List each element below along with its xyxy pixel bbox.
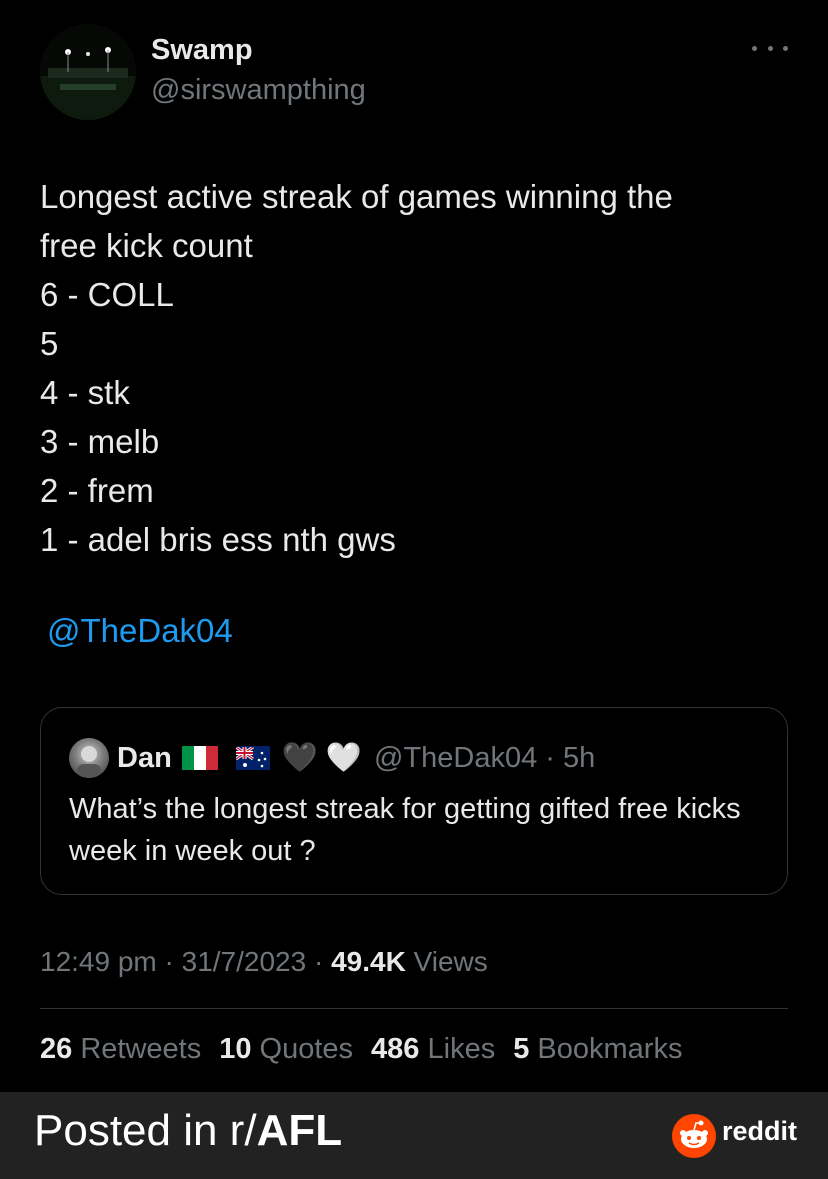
bookmarks-count: 5 bbox=[513, 1033, 530, 1065]
body-line: free kick count bbox=[40, 227, 253, 264]
quoted-tweet[interactable]: Dan 🖤 🤍 @TheDak04 · 5h What’s the longes… bbox=[40, 707, 788, 895]
quotes-count: 10 bbox=[219, 1033, 252, 1065]
timestamp[interactable]: 12:49 pm · 31/7/2023 · bbox=[40, 946, 331, 977]
body-line: 1 - adel bris ess nth gws bbox=[40, 521, 396, 558]
retweets-count: 26 bbox=[40, 1033, 73, 1065]
tweet-meta: 12:49 pm · 31/7/2023 · 49.4K Views bbox=[40, 946, 488, 978]
divider bbox=[40, 1008, 788, 1009]
bookmarks-label: Bookmarks bbox=[529, 1033, 683, 1065]
body-line: 6 - COLL bbox=[40, 276, 174, 313]
posted-prefix: Posted in r/ bbox=[34, 1106, 257, 1155]
more-options-icon[interactable] bbox=[752, 36, 788, 60]
quoted-header: Dan 🖤 🤍 @TheDak04 · 5h bbox=[117, 736, 595, 780]
reddit-wordmark: reddit bbox=[722, 1116, 798, 1146]
body-line: 5 bbox=[40, 325, 59, 362]
tweet-body: Longest active streak of games winning t… bbox=[40, 172, 800, 564]
author-name[interactable]: Swamp bbox=[151, 34, 253, 67]
quotes-label: Quotes bbox=[251, 1033, 354, 1065]
australia-flag-icon bbox=[235, 746, 270, 770]
views-label: Views bbox=[405, 946, 488, 977]
body-line: 3 - melb bbox=[40, 423, 160, 460]
quotes-stat[interactable]: 10 Quotes bbox=[219, 1033, 353, 1066]
quoted-author-name[interactable]: Dan bbox=[117, 742, 172, 775]
black-heart-icon: 🖤 bbox=[281, 742, 318, 774]
body-line: 2 - frem bbox=[40, 472, 154, 509]
posted-in-text: Posted in r/AFL bbox=[34, 1106, 342, 1156]
quoted-handle-time: @TheDak04 · 5h bbox=[374, 741, 596, 774]
body-line: 4 - stk bbox=[40, 374, 130, 411]
likes-stat[interactable]: 486 Likes bbox=[371, 1033, 495, 1066]
retweets-label: Retweets bbox=[72, 1033, 202, 1065]
views-count: 49.4K bbox=[331, 946, 406, 977]
tweet-card: Swamp @sirswampthing Longest active stre… bbox=[0, 0, 828, 1092]
engagement-stats: 26 Retweets 10 Quotes 486 Likes 5 Bookma… bbox=[40, 1033, 700, 1066]
retweets-stat[interactable]: 26 Retweets bbox=[40, 1033, 201, 1066]
white-heart-icon: 🤍 bbox=[325, 742, 363, 774]
subreddit-name[interactable]: AFL bbox=[257, 1106, 343, 1155]
author-handle[interactable]: @sirswampthing bbox=[151, 74, 366, 107]
likes-label: Likes bbox=[419, 1033, 496, 1065]
reddit-footer: Posted in r/AFL reddit bbox=[0, 1092, 828, 1179]
bookmarks-stat[interactable]: 5 Bookmarks bbox=[513, 1033, 682, 1066]
quoted-text: What’s the longest streak for getting gi… bbox=[69, 793, 741, 867]
italy-flag-icon bbox=[181, 746, 218, 770]
likes-count: 486 bbox=[371, 1033, 420, 1065]
reddit-logo-icon bbox=[672, 1114, 716, 1158]
body-line: Longest active streak of games winning t… bbox=[40, 178, 673, 215]
quoted-author-avatar[interactable] bbox=[69, 738, 109, 778]
mention-link[interactable]: @TheDak04 bbox=[47, 612, 233, 650]
author-avatar[interactable] bbox=[40, 24, 136, 120]
